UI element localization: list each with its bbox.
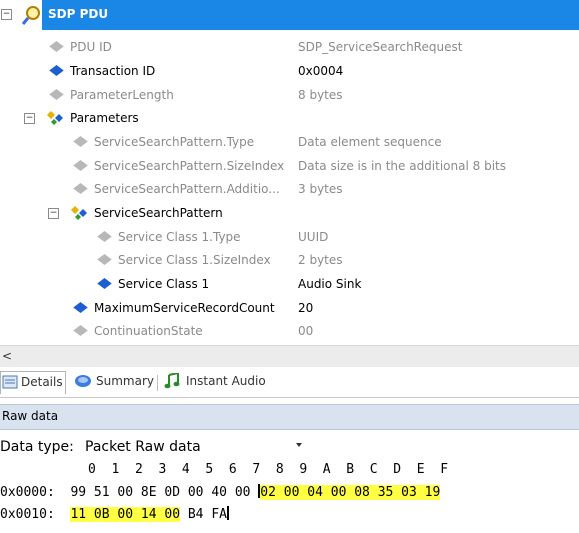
hex-bytes-highlighted: 11 0B 00 14 00 [70,507,181,522]
music-note-icon [164,373,180,389]
data-type-selected-value: Packet Raw data [85,439,201,455]
summary-tab-icon [75,375,91,387]
hex-bytes: 99 51 00 8E 0D 00 40 00 [70,485,259,500]
field-row-max-record-count[interactable]: MaximumServiceRecordCount 20 [0,297,579,320]
collapse-toggle-service-search-pattern[interactable]: − [48,208,59,219]
field-value: UUID [298,230,329,244]
group-fields-icon [71,206,87,220]
details-tab-icon [2,375,18,389]
hex-row[interactable]: 0x0000: 99 51 00 8E 0D 00 40 00 02 00 04… [0,484,441,504]
field-diamond-icon [73,302,88,313]
field-row-sc1[interactable]: Service Class 1 Audio Sink [0,273,579,296]
field-diamond-icon [73,325,88,336]
horizontal-scrollbar[interactable]: < [0,345,579,367]
field-row-continuation-state[interactable]: ContinuationState 00 [0,320,579,343]
field-row-ssp-sizeindex[interactable]: ServiceSearchPattern.SizeIndex Data size… [0,155,579,178]
group-row-service-search-pattern[interactable]: − ServiceSearchPattern [0,202,579,225]
field-diamond-icon [97,231,112,242]
field-value: 3 bytes [298,182,343,196]
field-row-ssp-additional[interactable]: ServiceSearchPattern.Additio... 3 bytes [0,178,579,201]
data-type-select[interactable]: Packet Raw data [80,436,302,458]
protocol-magnifier-icon [22,6,40,25]
field-name: MaximumServiceRecordCount [94,301,275,315]
field-name: Service Class 1 [118,277,210,291]
hex-column-header: 0 1 2 3 4 5 6 7 8 9 A B C D E F [88,462,449,477]
field-name: ServiceSearchPattern [94,206,223,220]
sdp-pdu-title: SDP PDU [48,7,109,21]
field-diamond-icon [73,183,88,194]
field-name: PDU ID [70,40,112,54]
tab-separator [157,375,158,391]
packet-details-tree: − SDP PDU PDU ID SDP_ServiceSearchReques… [0,0,579,345]
field-value: 0x0004 [298,64,344,78]
field-name: Service Class 1.Type [118,230,241,244]
collapse-toggle-sdp-pdu[interactable]: − [1,9,12,20]
tab-details[interactable]: Details [0,371,66,394]
hex-bytes-highlighted: 02 00 04 00 08 35 03 19 [260,485,441,500]
field-diamond-icon [73,160,88,171]
field-value: 00 [298,324,314,338]
data-type-label: Data type: [0,439,74,455]
tab-summary[interactable]: Summary [74,371,154,393]
field-row-transaction-id[interactable]: Transaction ID 0x0004 [0,60,579,83]
field-diamond-icon [97,278,112,289]
field-name: ContinuationState [94,324,203,338]
field-diamond-icon [97,254,112,265]
hex-offset: 0x0010: [0,507,55,522]
text-cursor [227,506,229,520]
tab-label: Summary [96,374,154,388]
field-value: SDP_ServiceSearchRequest [298,40,463,54]
field-row-sc1-type[interactable]: Service Class 1.Type UUID [0,226,579,249]
raw-data-header: Raw data [0,404,579,430]
sdp-pdu-header-row[interactable]: − SDP PDU [0,0,579,30]
field-name: ServiceSearchPattern.Type [94,135,255,149]
field-row-pdu-id[interactable]: PDU ID SDP_ServiceSearchRequest [0,36,579,59]
hex-row[interactable]: 0x0010: 11 0B 00 14 00 B4 FA [0,506,229,526]
tab-instant-audio[interactable]: Instant Audio [164,371,274,393]
header-highlight-bar [42,0,579,30]
tab-label: Instant Audio [186,374,266,388]
field-name: ServiceSearchPattern.Additio... [94,182,280,196]
field-value: Data element sequence [298,135,442,149]
field-name: Transaction ID [70,64,156,78]
field-diamond-icon [49,89,64,100]
bottom-tab-strip: Details Summary Instant Audio [0,367,579,398]
collapse-toggle-parameters[interactable]: − [24,113,35,124]
field-name: Service Class 1.SizeIndex [118,253,271,267]
field-name: Parameters [70,111,139,125]
group-row-parameters[interactable]: − Parameters [0,107,579,130]
field-row-parameter-length[interactable]: ParameterLength 8 bytes [0,84,579,107]
field-row-ssp-type[interactable]: ServiceSearchPattern.Type Data element s… [0,131,579,154]
field-name: ParameterLength [70,88,174,102]
field-value: 8 bytes [298,88,343,102]
tab-label: Details [21,375,63,389]
field-row-sc1-sizeindex[interactable]: Service Class 1.SizeIndex 2 bytes [0,249,579,272]
hex-offset: 0x0000: [0,485,55,500]
field-diamond-icon [73,136,88,147]
group-fields-icon [47,111,63,125]
raw-data-title: Raw data [2,409,59,423]
field-diamond-icon [49,65,64,76]
field-value: Audio Sink [298,277,362,291]
chevron-down-icon[interactable] [296,443,302,447]
field-value: 2 bytes [298,253,343,267]
data-type-row: Data type: Packet Raw data [0,434,579,460]
field-value: 20 [298,301,314,315]
field-diamond-icon [49,41,64,52]
hex-bytes: B4 FA [180,507,227,522]
scroll-left-arrow-icon[interactable]: < [2,349,12,363]
field-name: ServiceSearchPattern.SizeIndex [94,159,285,173]
field-value: Data size is in the additional 8 bits [298,159,506,173]
